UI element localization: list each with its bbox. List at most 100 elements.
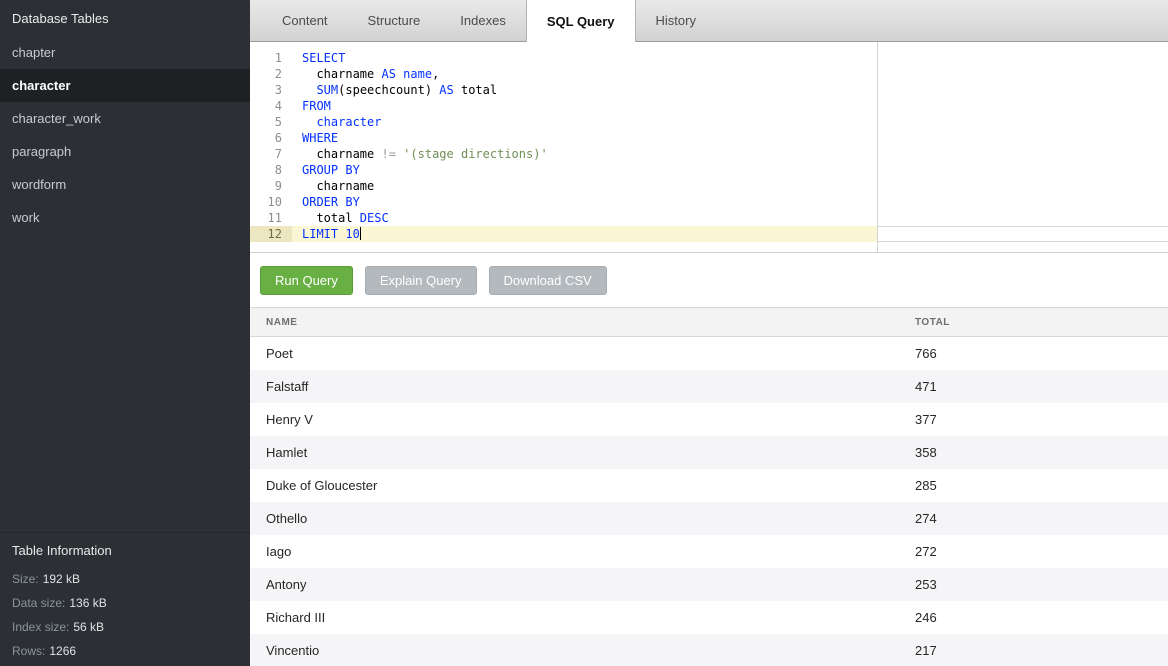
main-panel: ContentStructureIndexesSQL QueryHistory …: [250, 0, 1168, 666]
code-line-2[interactable]: 2 charname AS name,: [250, 66, 877, 82]
info-row-rows: Rows:1266: [0, 639, 250, 663]
run-query-button[interactable]: Run Query: [260, 266, 353, 295]
line-number: 5: [250, 114, 292, 130]
sidebar-item-chapter[interactable]: chapter: [0, 36, 250, 69]
result-row-henry-v[interactable]: Henry V377: [250, 403, 1168, 436]
editor-right-pane: [878, 42, 1168, 252]
cell-name: Antony: [250, 568, 899, 601]
line-number: 7: [250, 146, 292, 162]
result-row-hamlet[interactable]: Hamlet358: [250, 436, 1168, 469]
line-number: 4: [250, 98, 292, 114]
cell-name: Richard III: [250, 601, 899, 634]
cell-name: Hamlet: [250, 436, 899, 469]
code-line-9[interactable]: 9 charname: [250, 178, 877, 194]
line-number: 9: [250, 178, 292, 194]
tab-sql-query[interactable]: SQL Query: [526, 0, 636, 42]
sidebar-item-wordform[interactable]: wordform: [0, 168, 250, 201]
cell-name: Vincentio: [250, 634, 899, 666]
result-row-duke-of-gloucester[interactable]: Duke of Gloucester285: [250, 469, 1168, 502]
result-row-falstaff[interactable]: Falstaff471: [250, 370, 1168, 403]
result-row-antony[interactable]: Antony253: [250, 568, 1168, 601]
code-line-10[interactable]: 10ORDER BY: [250, 194, 877, 210]
sidebar: Database Tables chaptercharactercharacte…: [0, 0, 250, 666]
sql-editor[interactable]: 1SELECT2 charname AS name,3 SUM(speechco…: [250, 42, 1168, 253]
results-table: NAMETOTAL Poet766Falstaff471Henry V377Ha…: [250, 307, 1168, 666]
table-information-title: Table Information: [0, 533, 250, 567]
explain-query-button[interactable]: Explain Query: [365, 266, 477, 295]
code-line-8[interactable]: 8GROUP BY: [250, 162, 877, 178]
table-information-section: Table Information Size: 192 kB Data size: 1…: [0, 532, 250, 666]
table-information-rows: Size: 192 kB Data size: 136 kBIndex size: 56…: [0, 567, 250, 663]
code-text: SUM(speechcount) AS total: [292, 82, 877, 98]
result-row-othello[interactable]: Othello274: [250, 502, 1168, 535]
info-row-size: Size: 192 kB: [0, 567, 250, 591]
code-line-3[interactable]: 3 SUM(speechcount) AS total: [250, 82, 877, 98]
query-actions: Run Query Explain Query Download CSV: [250, 253, 1168, 307]
table-list: chaptercharactercharacter_workparagraphw…: [0, 36, 250, 234]
cell-name: Iago: [250, 535, 899, 568]
tab-bar: ContentStructureIndexesSQL QueryHistory: [250, 0, 1168, 42]
cell-total: 272: [899, 535, 1168, 568]
info-value: 56 kB: [73, 620, 104, 634]
code-line-12[interactable]: 12LIMIT 10: [250, 226, 877, 242]
tab-structure[interactable]: Structure: [348, 0, 441, 41]
code-text: charname AS name,: [292, 66, 877, 82]
result-row-poet[interactable]: Poet766: [250, 337, 1168, 370]
code-line-7[interactable]: 7 charname != '(stage directions)': [250, 146, 877, 162]
line-number: 2: [250, 66, 292, 82]
line-number: 8: [250, 162, 292, 178]
cell-name: Othello: [250, 502, 899, 535]
line-number: 6: [250, 130, 292, 146]
code-text: charname != '(stage directions)': [292, 146, 877, 162]
line-number: 1: [250, 50, 292, 66]
download-csv-button[interactable]: Download CSV: [489, 266, 607, 295]
editor-right-strip: [878, 226, 1168, 242]
info-label: Index size:: [12, 620, 69, 634]
sidebar-item-work[interactable]: work: [0, 201, 250, 234]
code-line-6[interactable]: 6WHERE: [250, 130, 877, 146]
sidebar-spacer: [0, 234, 250, 532]
cell-name: Duke of Gloucester: [250, 469, 899, 502]
info-value: 192 kB: [43, 572, 80, 586]
info-row-index-size: Index size: 56 kB: [0, 615, 250, 639]
line-number: 12: [250, 226, 292, 242]
code-line-11[interactable]: 11 total DESC: [250, 210, 877, 226]
cell-total: 274: [899, 502, 1168, 535]
code-text: SELECT: [292, 50, 877, 66]
column-header-total: TOTAL: [899, 308, 1168, 337]
line-number: 11: [250, 210, 292, 226]
result-row-iago[interactable]: Iago272: [250, 535, 1168, 568]
code-text: GROUP BY: [292, 162, 877, 178]
cell-total: 766: [899, 337, 1168, 370]
result-row-richard-iii[interactable]: Richard III246: [250, 601, 1168, 634]
info-value: 136 kB: [69, 596, 106, 610]
results-header-row: NAMETOTAL: [250, 308, 1168, 337]
sidebar-item-paragraph[interactable]: paragraph: [0, 135, 250, 168]
line-number: 10: [250, 194, 292, 210]
sidebar-item-character_work[interactable]: character_work: [0, 102, 250, 135]
code-line-1[interactable]: 1SELECT: [250, 50, 877, 66]
code-line-4[interactable]: 4FROM: [250, 98, 877, 114]
sql-editor-code[interactable]: 1SELECT2 charname AS name,3 SUM(speechco…: [250, 42, 878, 252]
code-text: character: [292, 114, 877, 130]
results-table-container: NAMETOTAL Poet766Falstaff471Henry V377Ha…: [250, 307, 1168, 666]
result-row-vincentio[interactable]: Vincentio217: [250, 634, 1168, 666]
info-label: Size:: [12, 572, 39, 586]
code-text: charname: [292, 178, 877, 194]
sidebar-item-character[interactable]: character: [0, 69, 250, 102]
info-label: Data size:: [12, 596, 65, 610]
info-row-data-size: Data size: 136 kB: [0, 591, 250, 615]
code-text: total DESC: [292, 210, 877, 226]
tab-indexes[interactable]: Indexes: [440, 0, 526, 41]
cell-total: 217: [899, 634, 1168, 666]
column-header-name: NAME: [250, 308, 899, 337]
tab-content[interactable]: Content: [262, 0, 348, 41]
cell-name: Henry V: [250, 403, 899, 436]
cell-total: 471: [899, 370, 1168, 403]
tab-history[interactable]: History: [636, 0, 716, 41]
code-line-5[interactable]: 5 character: [250, 114, 877, 130]
line-number: 3: [250, 82, 292, 98]
cell-name: Falstaff: [250, 370, 899, 403]
info-value: 1266: [49, 644, 76, 658]
code-text: LIMIT 10: [292, 226, 877, 242]
